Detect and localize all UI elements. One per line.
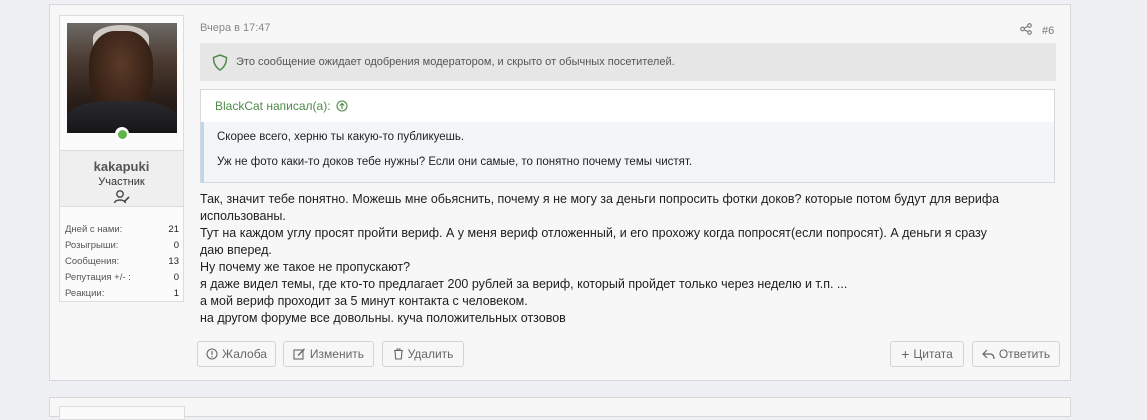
- user-cell: kakapuki Участник Дней с нами: 21 Розыгры…: [59, 15, 184, 302]
- plus-icon: +: [901, 346, 910, 362]
- share-icon[interactable]: [1020, 23, 1032, 38]
- next-post-user-cell: [59, 406, 185, 420]
- message-line: использованы.: [200, 209, 286, 223]
- edit-icon: [293, 348, 305, 360]
- stat-value: 21: [168, 224, 179, 235]
- quote-body: Скорее всего, херню ты какую-то публикуе…: [201, 122, 1054, 182]
- stat-value: 0: [173, 272, 179, 283]
- stat-label: Репутация +/- :: [65, 272, 131, 283]
- post-number[interactable]: #6: [1042, 25, 1054, 37]
- stat-label: Дней с нами:: [65, 224, 123, 235]
- reply-icon: [981, 349, 995, 359]
- quote-author[interactable]: BlackCat написал(а):: [215, 99, 331, 113]
- online-status-icon: [115, 127, 129, 141]
- user-edit-icon: [60, 189, 183, 205]
- stat-label: Реакции:: [65, 288, 105, 299]
- message-line: на другом форуме все довольны. куча поло…: [200, 311, 566, 325]
- stat-label: Розыгрыши:: [65, 240, 119, 251]
- username[interactable]: kakapuki: [60, 159, 183, 174]
- page-background: [0, 0, 30, 409]
- report-button[interactable]: Жалоба: [197, 341, 276, 367]
- reply-label: Ответить: [998, 347, 1051, 361]
- stat-value: 0: [173, 240, 179, 251]
- arrow-up-circle-icon[interactable]: [335, 100, 348, 112]
- quote-button[interactable]: + Цитата: [890, 341, 964, 367]
- delete-button[interactable]: Удалить: [382, 341, 464, 367]
- shield-icon: [212, 53, 228, 71]
- stat-row: Сообщения: 13: [65, 254, 179, 270]
- stat-row: Репутация +/- : 0: [65, 270, 179, 286]
- edit-button[interactable]: Изменить: [283, 341, 374, 367]
- user-stats: Дней с нами: 21 Розыгрыши: 0 Сообщения: 13 …: [65, 222, 179, 302]
- next-post: [49, 397, 1071, 420]
- reply-button[interactable]: Ответить: [972, 341, 1060, 367]
- report-label: Жалоба: [222, 347, 267, 361]
- trash-icon: [393, 348, 403, 360]
- user-info: kakapuki Участник: [60, 150, 183, 207]
- quote-line: Скорее всего, херню ты какую-то публикуе…: [217, 131, 465, 143]
- post-time[interactable]: Вчера в 17:47: [200, 22, 271, 34]
- stat-value: 13: [168, 256, 179, 267]
- delete-label: Удалить: [407, 347, 454, 361]
- message-line: а мой вериф проходит за 5 минут контакта…: [200, 294, 528, 308]
- message-line: Так, значит тебе понятно. Можешь мне обь…: [200, 192, 1000, 206]
- notice-text: Это сообщение ожидает одобрения модерато…: [236, 56, 675, 68]
- stat-row: Реакции: 1: [65, 286, 179, 302]
- quote-block: BlackCat написал(а): Скорее всего, херню…: [200, 89, 1055, 183]
- message-line: даю вперед.: [200, 243, 272, 257]
- moderation-notice: Это сообщение ожидает одобрения модерато…: [200, 43, 1056, 81]
- post: kakapuki Участник Дней с нами: 21 Розыгры…: [49, 4, 1071, 381]
- stat-row: Дней с нами: 21: [65, 222, 179, 238]
- post-meta-actions: #6: [1020, 23, 1054, 38]
- message-body: Так, значит тебе понятно. Можешь мне обь…: [200, 191, 1060, 327]
- user-role: Участник: [98, 176, 145, 188]
- message-line: Ну почему же такое не пропускают?: [200, 260, 411, 274]
- stat-row: Розыгрыши: 0: [65, 238, 179, 254]
- quote-header[interactable]: BlackCat написал(а):: [201, 90, 1054, 122]
- message-line: Тут на каждом углу просят пройти вериф. …: [200, 226, 987, 240]
- alert-circle-icon: [206, 348, 218, 360]
- stat-label: Сообщения:: [65, 256, 120, 267]
- quote-label: Цитата: [913, 347, 953, 361]
- stat-value: 1: [173, 288, 179, 299]
- message-line: я даже видел темы, где кто-то предлагает…: [200, 277, 848, 291]
- avatar[interactable]: [67, 23, 177, 133]
- quote-line: Уж не фото каки-то доков тебе нужны? Есл…: [217, 156, 693, 168]
- edit-label: Изменить: [309, 347, 365, 361]
